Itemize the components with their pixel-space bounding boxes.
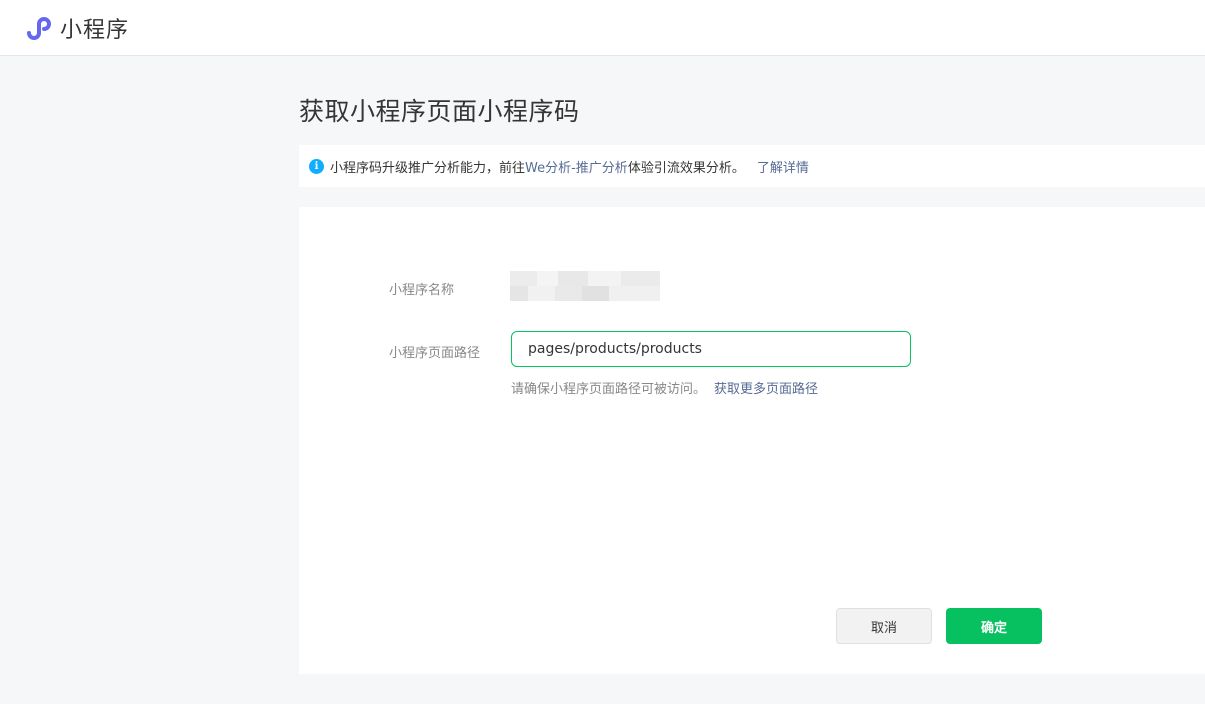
page-title: 获取小程序页面小程序码 xyxy=(299,97,580,126)
cancel-button[interactable]: 取消 xyxy=(836,608,932,644)
confirm-button[interactable]: 确定 xyxy=(946,608,1042,644)
we-analysis-link[interactable]: We分析-推广分析 xyxy=(525,157,628,176)
app-title: 小程序 xyxy=(60,17,130,43)
path-hint-text: 请确保小程序页面路径可被访问。 xyxy=(511,382,707,397)
info-icon: i xyxy=(309,158,324,174)
page-path-input[interactable] xyxy=(511,331,911,367)
notice-banner: i 小程序码升级推广分析能力，前往 We分析-推广分析 体验引流效果分析。 了解详情 xyxy=(299,145,1205,187)
notice-text-before: 小程序码升级推广分析能力，前往 xyxy=(330,160,526,176)
miniprogram-name-label: 小程序名称 xyxy=(389,283,455,298)
page-path-label: 小程序页面路径 xyxy=(389,346,481,361)
miniprogram-logo-icon[interactable] xyxy=(20,11,54,45)
form-card: 小程序名称 小程序页面路径 请确保小程序页面路径可被访问。获取更多页面路径 取消… xyxy=(299,207,1205,674)
path-hint: 请确保小程序页面路径可被访问。 获取更多页面路径 xyxy=(511,378,818,397)
miniprogram-name-value-blurred xyxy=(510,271,660,301)
learn-more-link[interactable]: 了解详情 xyxy=(757,157,809,176)
more-paths-link[interactable]: 获取更多页面路径 xyxy=(714,382,818,397)
notice-text-after: 体验引流效果分析。 xyxy=(627,160,745,176)
top-bar: 小程序 xyxy=(0,0,1205,56)
